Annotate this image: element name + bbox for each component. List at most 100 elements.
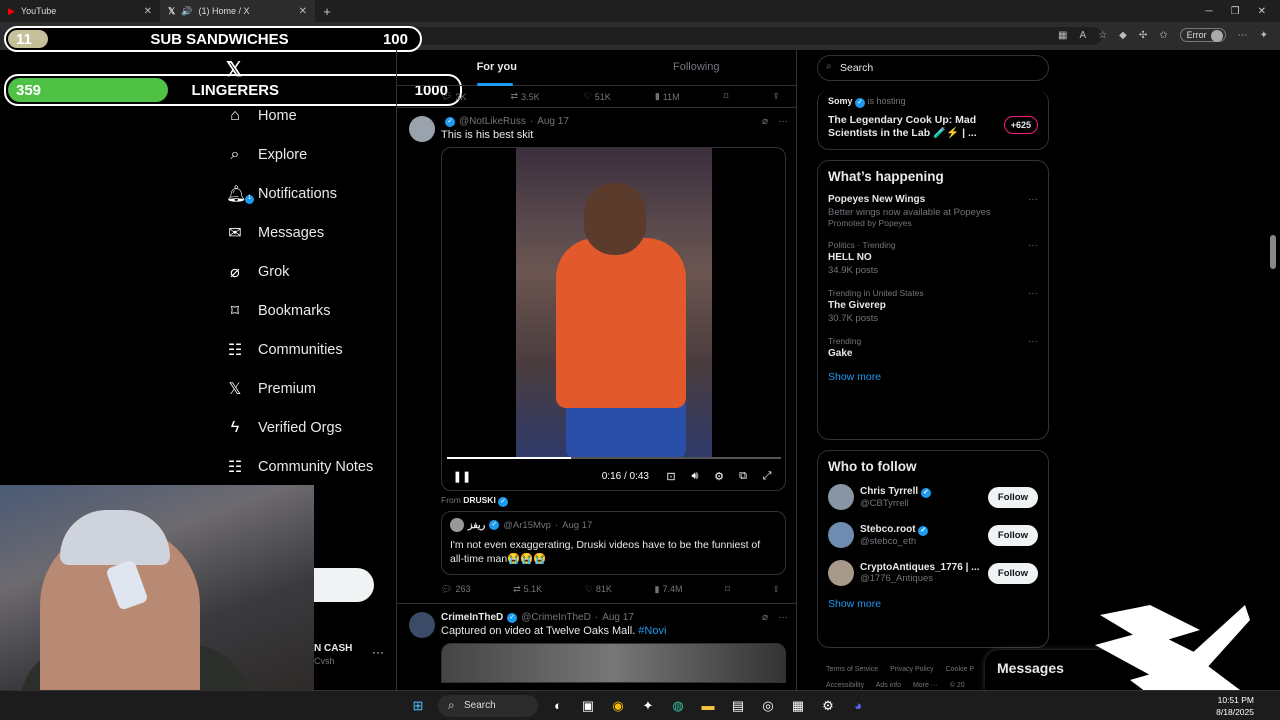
maximize-icon[interactable]: ❐: [1231, 6, 1240, 17]
follow-suggestion[interactable]: Stebco.root ✓ @stebco_eth Follow: [828, 522, 1038, 548]
author-handle[interactable]: @CrimeInTheD: [521, 612, 591, 623]
puzzle-icon[interactable]: ✣: [1139, 30, 1147, 41]
follow-suggestion[interactable]: Chris Tyrrell ✓ @CBTyrrell Follow: [828, 484, 1038, 510]
search-input[interactable]: ⌕ Search: [817, 55, 1049, 81]
reply-button[interactable]: 💬︎ 3K: [441, 91, 466, 102]
discord-icon[interactable]: ◕: [848, 696, 868, 716]
volume-icon[interactable]: 🔊︎: [683, 470, 707, 483]
more-icon[interactable]: ···: [778, 116, 788, 127]
account-more-icon[interactable]: ···: [372, 645, 384, 659]
tweet-date[interactable]: Aug 17: [537, 116, 569, 127]
trend-item[interactable]: Politics · Trending HELL NO 34.9K posts …: [828, 240, 1038, 276]
pip-icon[interactable]: ⧉: [731, 470, 755, 483]
minimize-icon[interactable]: ─: [1206, 6, 1213, 17]
store-icon[interactable]: ▤: [728, 696, 748, 716]
more-icon[interactable]: ···: [1028, 194, 1038, 205]
edge-icon[interactable]: ◍: [668, 696, 688, 716]
extension-icon[interactable]: ◆: [1119, 30, 1127, 41]
more-icon[interactable]: ···: [1028, 336, 1038, 347]
copilot-icon[interactable]: ✦: [1260, 30, 1268, 41]
bookmark-button[interactable]: ⌑: [724, 91, 729, 102]
media-preview[interactable]: [441, 643, 786, 683]
fullscreen-icon[interactable]: ⤢: [755, 470, 779, 483]
task-view-icon[interactable]: ▣: [578, 696, 598, 716]
footer-link[interactable]: Terms of Service: [826, 666, 878, 673]
source-name[interactable]: DRUSKI: [463, 495, 496, 505]
more-icon[interactable]: ···: [778, 612, 788, 623]
footer-link[interactable]: Cookie P: [946, 666, 974, 673]
video-progress-bar[interactable]: [447, 457, 781, 459]
repost-button[interactable]: ⇄ 5.1K: [513, 584, 542, 595]
account-name[interactable]: N CASH: [314, 643, 352, 654]
follow-button[interactable]: Follow: [987, 524, 1038, 546]
nav-item-premium[interactable]: 𝕏 Premium: [226, 369, 373, 408]
nav-item-verified-orgs[interactable]: ϟ Verified Orgs: [226, 408, 373, 447]
chrome-icon[interactable]: ◉: [608, 696, 628, 716]
nav-item-communities[interactable]: ☷ Communities: [226, 330, 373, 369]
tweet-date[interactable]: Aug 17: [602, 612, 634, 623]
tab-youtube[interactable]: ▶ YouTube ✕: [0, 0, 160, 22]
avatar[interactable]: [409, 116, 435, 142]
nav-item-bookmarks[interactable]: ⌑ Bookmarks: [226, 291, 373, 330]
speaker-icon[interactable]: 🔊: [181, 6, 192, 17]
footer-link[interactable]: Accessibility: [826, 682, 864, 689]
follow-button[interactable]: Follow: [987, 562, 1038, 584]
more-icon[interactable]: ···: [1028, 288, 1038, 299]
share-button[interactable]: ⇪: [772, 91, 780, 102]
app-icon[interactable]: ▦: [788, 696, 808, 716]
like-button[interactable]: ♡ 51K: [584, 91, 611, 102]
profile-error-pill[interactable]: Error: [1179, 28, 1226, 42]
apps-icon[interactable]: ▦: [1058, 30, 1067, 41]
obs-icon[interactable]: ◎: [758, 696, 778, 716]
avatar[interactable]: [409, 612, 435, 638]
author-name[interactable]: CrimeInTheD: [441, 612, 503, 623]
nav-item-grok[interactable]: ⌀ Grok: [226, 252, 373, 291]
page-scrollbar[interactable]: [1270, 55, 1276, 685]
tweet[interactable]: ✓ @NotLikeRuss · Aug 17 ⌀ ··· This is hi…: [397, 108, 796, 604]
more-icon[interactable]: ···: [1028, 240, 1038, 251]
avatar[interactable]: [828, 560, 854, 586]
follow-button[interactable]: Follow: [987, 486, 1038, 508]
author-handle[interactable]: @NotLikeRuss: [459, 116, 526, 127]
file-explorer-icon[interactable]: ▬: [698, 696, 718, 716]
read-aloud-icon[interactable]: A: [1079, 30, 1086, 41]
nav-item-messages[interactable]: ✉ Messages: [226, 213, 373, 252]
close-window-icon[interactable]: ✕: [1258, 6, 1266, 17]
captions-icon[interactable]: ⊡: [659, 470, 683, 483]
trend-item[interactable]: Trending in United States The Giverep 30…: [828, 288, 1038, 324]
views-button[interactable]: ▮ 11M: [655, 91, 680, 102]
repost-button[interactable]: ⇄ 3.5K: [511, 91, 540, 102]
bookmark-button[interactable]: ⌑: [725, 584, 730, 595]
footer-link[interactable]: Ads info: [876, 682, 901, 689]
nav-item-community-notes[interactable]: ☷ Community Notes: [226, 447, 373, 486]
favorite-star-icon[interactable]: ☆: [1098, 30, 1107, 41]
like-button[interactable]: ♡ 81K: [585, 584, 612, 595]
x-logo-icon[interactable]: 𝕏: [226, 57, 242, 82]
settings-gear-icon[interactable]: ⚙: [707, 470, 731, 483]
steam-icon[interactable]: ⚙: [818, 696, 838, 716]
scrollbar-thumb[interactable]: [1270, 235, 1276, 269]
follow-suggestion[interactable]: CryptoAntiques_1776 | ... @1776_Antiques…: [828, 560, 1038, 586]
trend-item[interactable]: Popeyes New Wings Better wings now avail…: [828, 194, 1038, 228]
tab-following[interactable]: Following: [597, 50, 797, 85]
nav-item-explore[interactable]: ⌕ Explore: [226, 135, 373, 174]
close-tab-icon[interactable]: ✕: [144, 6, 152, 17]
avatar[interactable]: [828, 484, 854, 510]
pause-icon[interactable]: ❚❚: [450, 470, 474, 483]
tab-x-home[interactable]: 𝕏 🔊 (1) Home / X ✕: [160, 0, 315, 22]
hashtag-link[interactable]: #Novi: [638, 625, 666, 637]
live-space-card[interactable]: Somy ✓ is hosting The Legendary Cook Up:…: [817, 90, 1049, 150]
grok-icon[interactable]: ⌀: [762, 116, 768, 127]
tweet[interactable]: CrimeInTheD ✓ @CrimeInTheD · Aug 17 ⌀ ··…: [397, 604, 796, 683]
reply-button[interactable]: 💬︎ 263: [441, 584, 470, 595]
nav-item-notifications[interactable]: 🔔︎ 1 Notifications: [226, 174, 373, 213]
grok-icon[interactable]: ⌀: [762, 612, 768, 623]
quoted-tweet[interactable]: ريفز ✓ @Ar15Mvp · Aug 17 I'm not even ex…: [441, 511, 786, 575]
video-player[interactable]: ❚❚ 0:16 / 0:43 ⊡ 🔊︎ ⚙ ⧉ ⤢: [441, 147, 786, 491]
widgets-icon[interactable]: ◐: [548, 696, 568, 716]
favorites-icon[interactable]: ✩: [1159, 30, 1167, 41]
show-more-link[interactable]: Show more: [828, 598, 1038, 610]
menu-icon[interactable]: ⋯: [1238, 30, 1248, 41]
taskbar-search[interactable]: Search: [438, 695, 538, 717]
footer-link[interactable]: More ···: [913, 682, 938, 689]
